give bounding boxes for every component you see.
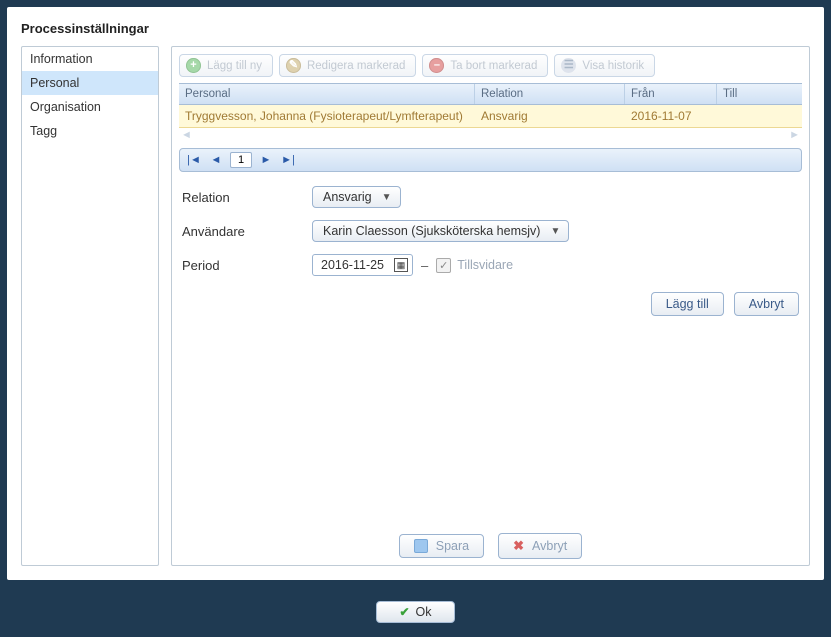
scroll-right-icon[interactable]: ► xyxy=(789,129,800,141)
modal-window: Processinställningar Information Persona… xyxy=(0,0,831,637)
pager-first-icon[interactable]: |◄ xyxy=(186,154,202,166)
form-row-period: Period 2016-11-25 ▦ – ✓ Tillsvidare xyxy=(182,254,799,276)
cell-personal: Tryggvesson, Johanna (Fysioterapeut/Lymf… xyxy=(179,105,475,127)
pager-prev-icon[interactable]: ◄ xyxy=(208,154,224,166)
form-row-user: Användare Karin Claesson (Sjuksköterska … xyxy=(182,220,799,242)
floppy-icon xyxy=(414,539,428,553)
user-dropdown-value: Karin Claesson (Sjuksköterska hemsjv) xyxy=(323,224,540,238)
col-header-relation[interactable]: Relation xyxy=(475,84,625,104)
form-row-relation: Relation Ansvarig ▼ xyxy=(182,186,799,208)
relation-dropdown-value: Ansvarig xyxy=(323,190,372,204)
chevron-down-icon: ▼ xyxy=(382,192,392,203)
col-header-to[interactable]: Till xyxy=(717,84,802,104)
cancel-button-label: Avbryt xyxy=(532,539,567,553)
calendar-icon[interactable]: ▦ xyxy=(394,258,408,272)
cell-from: 2016-11-07 xyxy=(625,105,717,127)
ok-button[interactable]: ✔ Ok xyxy=(376,601,454,623)
sidebar-item-information[interactable]: Information xyxy=(22,47,158,71)
col-header-from[interactable]: Från xyxy=(625,84,717,104)
save-button-label: Spara xyxy=(436,539,469,553)
delete-button[interactable]: – Ta bort markerad xyxy=(422,54,548,77)
grid-header: Personal Relation Från Till xyxy=(179,83,802,105)
plus-circle-icon: + xyxy=(186,58,201,73)
dialog-body: Processinställningar Information Persona… xyxy=(7,7,824,580)
relation-label: Relation xyxy=(182,190,312,205)
check-icon: ✔ xyxy=(399,605,409,619)
edit-button-label: Redigera markerad xyxy=(307,60,405,72)
pager-last-icon[interactable]: ►| xyxy=(280,154,296,166)
dialog-title: Processinställningar xyxy=(21,21,810,36)
content-columns: Information Personal Organisation Tagg +… xyxy=(21,46,810,566)
cell-to xyxy=(717,105,789,127)
scroll-left-icon[interactable]: ◄ xyxy=(181,129,192,141)
chevron-down-icon: ▼ xyxy=(550,226,560,237)
user-dropdown[interactable]: Karin Claesson (Sjuksköterska hemsjv) ▼ xyxy=(312,220,569,242)
table-row[interactable]: Tryggvesson, Johanna (Fysioterapeut/Lymf… xyxy=(179,105,802,128)
document-icon: ☰ xyxy=(561,58,576,73)
history-button[interactable]: ☰ Visa historik xyxy=(554,54,655,77)
form-area: Relation Ansvarig ▼ Användare Karin Clae… xyxy=(172,172,809,288)
pager-next-icon[interactable]: ► xyxy=(258,154,274,166)
add-button[interactable]: + Lägg till ny xyxy=(179,54,273,77)
period-label: Period xyxy=(182,258,312,273)
form-cancel-button[interactable]: Avbryt xyxy=(734,292,799,316)
x-icon: ✖ xyxy=(513,538,524,554)
form-add-button-label: Lägg till xyxy=(666,297,709,311)
period-separator: – xyxy=(421,258,428,273)
main-panel: + Lägg till ny ✎ Redigera markerad – Ta … xyxy=(171,46,810,566)
save-button[interactable]: Spara xyxy=(399,534,484,558)
period-from-input[interactable]: 2016-11-25 ▦ xyxy=(312,254,413,276)
toolbar: + Lägg till ny ✎ Redigera markerad – Ta … xyxy=(179,54,802,77)
form-add-button[interactable]: Lägg till xyxy=(651,292,724,316)
horizontal-scroller[interactable]: ◄ ► xyxy=(179,128,802,142)
delete-button-label: Ta bort markerad xyxy=(450,60,537,72)
form-actions: Lägg till Avbryt xyxy=(172,288,809,316)
pencil-icon: ✎ xyxy=(286,58,301,73)
sidebar-item-tagg[interactable]: Tagg xyxy=(22,119,158,143)
sidebar-item-personal[interactable]: Personal xyxy=(22,71,158,95)
relation-dropdown[interactable]: Ansvarig ▼ xyxy=(312,186,401,208)
history-button-label: Visa historik xyxy=(582,60,644,72)
tillsvidare-checkbox[interactable]: ✓ xyxy=(436,258,451,273)
form-cancel-button-label: Avbryt xyxy=(749,297,784,311)
col-header-personal[interactable]: Personal xyxy=(179,84,475,104)
pager-current-page[interactable]: 1 xyxy=(230,152,252,168)
tillsvidare-label: Tillsvidare xyxy=(457,258,513,272)
period-from-value: 2016-11-25 xyxy=(321,258,384,272)
panel-footer: Spara ✖ Avbryt xyxy=(172,527,809,565)
cancel-button[interactable]: ✖ Avbryt xyxy=(498,533,582,559)
minus-circle-icon: – xyxy=(429,58,444,73)
ok-bar: ✔ Ok xyxy=(0,587,831,637)
sidebar-item-organisation[interactable]: Organisation xyxy=(22,95,158,119)
ok-button-label: Ok xyxy=(416,605,432,619)
pager: |◄ ◄ 1 ► ►| xyxy=(179,148,802,172)
sidebar: Information Personal Organisation Tagg xyxy=(21,46,159,566)
edit-button[interactable]: ✎ Redigera markerad xyxy=(279,54,416,77)
user-label: Användare xyxy=(182,224,312,239)
cell-relation: Ansvarig xyxy=(475,105,625,127)
add-button-label: Lägg till ny xyxy=(207,60,262,72)
